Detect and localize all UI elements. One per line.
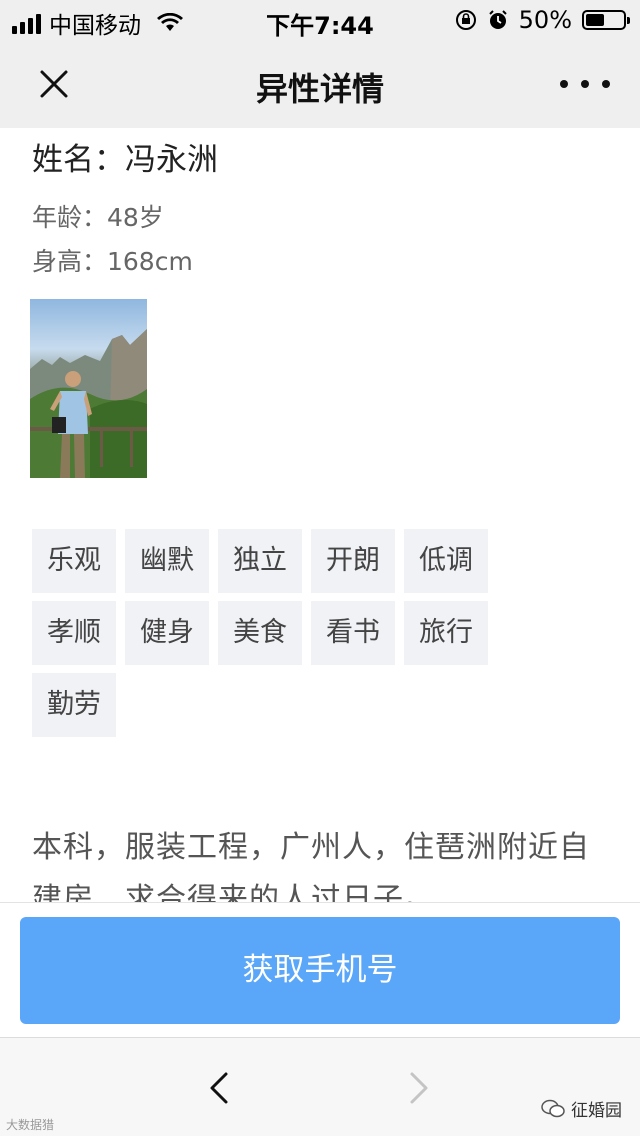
tag: 勤劳 [32,673,116,737]
profile-height: 身高：168cm [32,247,193,276]
back-arrow-icon[interactable] [200,1068,240,1108]
tag: 旅行 [404,601,488,665]
profile-description: 本科，服装工程，广州人，住琶洲附近自建房，求合得来的人过日子。 [32,830,590,902]
watermark-right: 征婚园 [541,1096,622,1121]
alarm-icon [488,10,507,29]
page-title: 异性详情 [255,70,384,108]
status-right: 50% [455,6,630,34]
browser-toolbar: 大数据猎 征婚园 [0,1037,640,1136]
photo-scene [30,329,147,478]
tag: 健身 [125,601,209,665]
battery-fill [586,14,604,26]
tag: 孝顺 [32,601,116,665]
tag: 低调 [404,529,488,593]
watermark-right-label: 征婚园 [571,1101,622,1121]
more-icon[interactable] [560,66,610,102]
orientation-lock-icon [455,10,476,30]
forward-arrow-icon[interactable] [398,1068,438,1108]
screen: 中国移动 下午7:44 50% 异性详情 姓名：冯永洲 年龄：48岁 身高：16… [0,0,640,1136]
tag: 独立 [218,529,302,593]
tag: 美食 [218,601,302,665]
profile-name: 姓名：冯永洲 [32,142,218,178]
tag: 开朗 [311,529,395,593]
wechat-icon [541,1099,565,1117]
nav-bar: 异性详情 [0,40,640,128]
profile-content[interactable]: 姓名：冯永洲 年龄：48岁 身高：168cm 乐观 幽默 独立 开朗 低调 孝顺… [0,128,640,902]
tag: 幽默 [125,529,209,593]
get-phone-button[interactable]: 获取手机号 [20,917,620,1024]
watermark-left: 大数据猎 [6,1118,55,1132]
tag: 看书 [311,601,395,665]
battery-percent: 50% [518,6,572,34]
profile-photo[interactable] [30,299,147,478]
battery-icon [582,10,630,30]
action-area: 获取手机号 [0,902,640,1038]
status-bar: 中国移动 下午7:44 50% [0,0,640,40]
tag: 乐观 [32,529,116,593]
profile-age: 年龄：48岁 [32,203,164,232]
